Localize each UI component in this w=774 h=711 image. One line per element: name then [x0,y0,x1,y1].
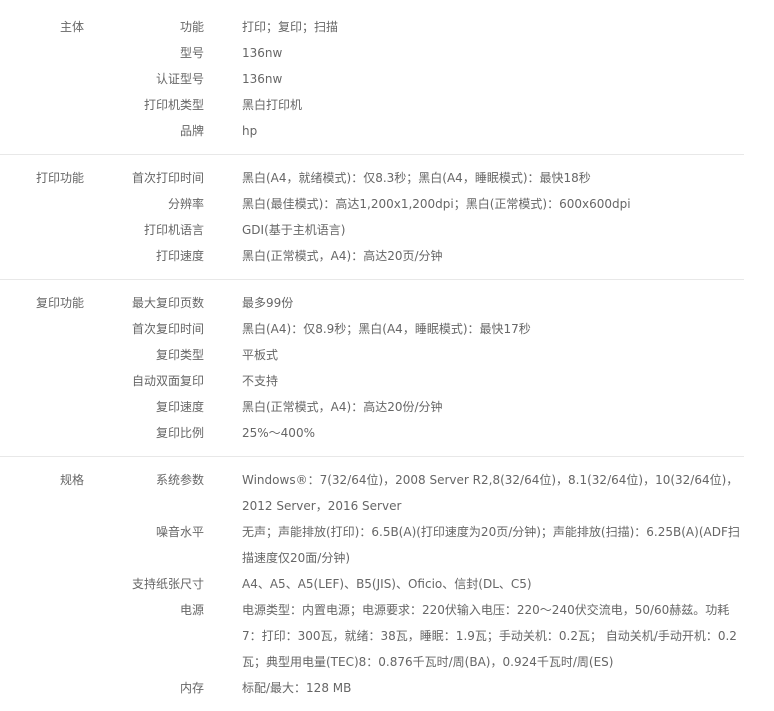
spec-row: 功能 打印；复印；扫描 [84,14,744,40]
group-label: 复印功能 [35,296,84,310]
spec-table: 主体 功能 打印；复印；扫描型号 136nw 认证型号 136nw 打印机类型 黑白打印机品牌… [0,0,744,711]
group-rows: 系统参数 Windows®：7(32/64位)，2008 Server R2,8(… [84,467,744,701]
spec-value: 136nw [242,46,283,60]
spec-row: 打印机语言 GDI(基于主机语言) [84,217,744,243]
spec-row: 电源 电源类型：内置电源；电源要求：220伏输入电压：220～240伏交流电，50… [84,597,744,675]
spec-group: 复印功能 最大复印页数 最多99份首次复印时间 黑白(A4)：仅8.9秒；黑白(A4，… [0,290,744,457]
group-label: 打印功能 [35,171,84,185]
spec-value: 电源类型：内置电源；电源要求：220伏输入电压：220～240伏交流电，50/6… [242,603,737,669]
group-rows: 最大复印页数 最多99份首次复印时间 黑白(A4)：仅8.9秒；黑白(A4，睡眠模式… [84,290,744,446]
spec-key: 复印速度 [155,400,204,414]
spec-key: 复印比例 [155,426,204,440]
spec-key: 打印机类型 [143,98,204,112]
spec-value: 黑白(A4，就绪模式)：仅8.3秒；黑白(A4，睡眠模式)：最快18秒 [242,171,591,185]
spec-row: 认证型号 136nw [84,66,744,92]
spec-value: 不支持 [242,374,279,388]
spec-value: 136nw [242,72,283,86]
spec-key: 噪音水平 [155,525,204,539]
spec-row: 内存 标配/最大：128 MB [84,675,744,701]
spec-value: 标配/最大：128 MB [242,681,352,695]
spec-key: 打印速度 [155,249,204,263]
spec-key: 首次复印时间 [131,322,204,336]
spec-key: 功能 [179,20,204,34]
spec-row: 复印比例 25%～400% [84,420,744,446]
group-label: 主体 [59,20,84,34]
spec-key: 支持纸张尺寸 [131,577,204,591]
spec-key: 自动双面复印 [131,374,204,388]
spec-row: 系统参数 Windows®：7(32/64位)，2008 Server R2,8(… [84,467,744,519]
spec-row: 品牌 hp [84,118,744,144]
spec-row: 分辨率 黑白(最佳模式)：高达1,200x1,200dpi；黑白(正常模式)：60… [84,191,744,217]
spec-group: 打印功能 首次打印时间 黑白(A4，就绪模式)：仅8.3秒；黑白(A4，睡眠模式)：… [0,165,744,280]
spec-key: 认证型号 [155,72,204,86]
spec-value: 打印；复印；扫描 [242,20,339,34]
spec-row: 支持纸张尺寸 A4、A5、A5(LEF)、B5(JIS)、Oficio、信封(DL… [84,571,744,597]
spec-row: 首次复印时间 黑白(A4)：仅8.9秒；黑白(A4，睡眠模式)：最快17秒 [84,316,744,342]
spec-value: 最多99份 [242,296,294,310]
spec-key: 打印机语言 [143,223,204,237]
group-label: 规格 [59,473,84,487]
spec-row: 自动双面复印 不支持 [84,368,744,394]
spec-row: 噪音水平 无声；声能排放(打印)：6.5B(A)(打印速度为20页/分钟)；声能排… [84,519,744,571]
spec-key: 最大复印页数 [131,296,204,310]
spec-value: 黑白(正常模式，A4)：高达20页/分钟 [242,249,443,263]
spec-key: 品牌 [179,124,204,138]
spec-value: 25%～400% [242,426,315,440]
spec-row: 首次打印时间 黑白(A4，就绪模式)：仅8.3秒；黑白(A4，睡眠模式)：最快18… [84,165,744,191]
spec-key: 首次打印时间 [131,171,204,185]
spec-value: hp [242,124,258,138]
spec-key: 内存 [179,681,204,695]
spec-key: 复印类型 [155,348,204,362]
spec-value: 黑白(最佳模式)：高达1,200x1,200dpi；黑白(正常模式)：600x6… [242,197,631,211]
spec-row: 打印速度 黑白(正常模式，A4)：高达20页/分钟 [84,243,744,269]
spec-value: Windows®：7(32/64位)，2008 Server R2,8(32/6… [242,473,739,513]
spec-key: 分辨率 [167,197,204,211]
spec-row: 复印速度 黑白(正常模式，A4)：高达20份/分钟 [84,394,744,420]
group-rows: 功能 打印；复印；扫描型号 136nw 认证型号 136nw 打印机类型 黑白打印机品牌 hp [84,14,744,144]
spec-value: A4、A5、A5(LEF)、B5(JIS)、Oficio、信封(DL、C5) [242,577,532,591]
spec-value: GDI(基于主机语言) [242,223,346,237]
group-rows: 首次打印时间 黑白(A4，就绪模式)：仅8.3秒；黑白(A4，睡眠模式)：最快18… [84,165,744,269]
spec-row: 型号 136nw [84,40,744,66]
spec-value: 黑白(正常模式，A4)：高达20份/分钟 [242,400,443,414]
spec-value: 黑白打印机 [242,98,303,112]
spec-key: 电源 [179,603,204,617]
spec-key: 系统参数 [155,473,204,487]
spec-row: 打印机类型 黑白打印机 [84,92,744,118]
spec-row: 最大复印页数 最多99份 [84,290,744,316]
spec-row: 复印类型 平板式 [84,342,744,368]
spec-value: 平板式 [242,348,279,362]
spec-group: 规格 系统参数 Windows®：7(32/64位)，2008 Server R2,… [0,467,744,711]
spec-value: 黑白(A4)：仅8.9秒；黑白(A4，睡眠模式)：最快17秒 [242,322,531,336]
spec-group: 主体 功能 打印；复印；扫描型号 136nw 认证型号 136nw 打印机类型 黑白打印机品牌… [0,14,744,155]
spec-key: 型号 [179,46,204,60]
spec-value: 无声；声能排放(打印)：6.5B(A)(打印速度为20页/分钟)；声能排放(扫描… [242,525,740,565]
